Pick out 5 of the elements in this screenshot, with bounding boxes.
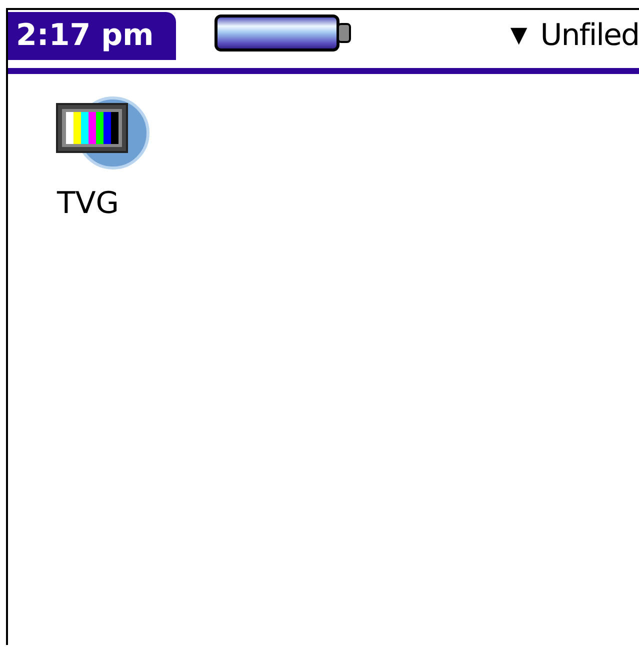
time-tab[interactable]: 2:17 pm — [8, 12, 176, 60]
app-label[interactable]: TVG — [56, 188, 120, 220]
category-dropdown[interactable]: ▼ Unfiled — [510, 18, 639, 53]
tv-icon[interactable] — [54, 94, 152, 172]
battery-icon — [214, 14, 354, 52]
